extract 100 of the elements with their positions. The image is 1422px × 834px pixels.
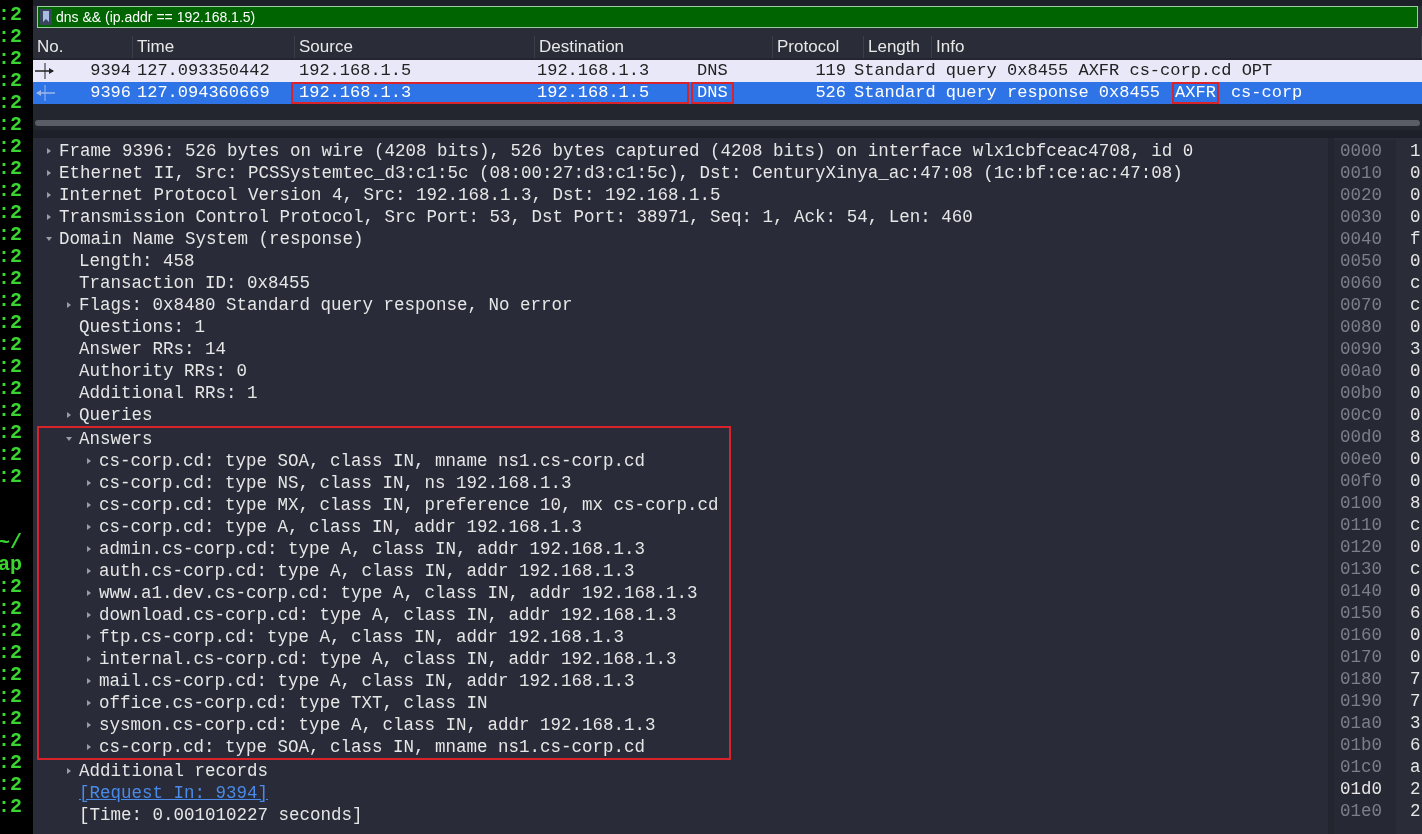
column-header[interactable]: Time bbox=[137, 34, 175, 60]
hex-byte: 6 bbox=[1410, 734, 1421, 756]
hex-byte: 0 bbox=[1410, 184, 1421, 206]
caret-right-icon[interactable] bbox=[85, 457, 93, 465]
terminal-text: :2 bbox=[0, 202, 23, 224]
packet-info: AXFR bbox=[1172, 82, 1219, 104]
filter-field[interactable]: dns && (ip.addr == 192.168.1.5) bbox=[37, 6, 1418, 28]
terminal-text: :2 bbox=[0, 400, 23, 422]
terminal-text: :2 bbox=[0, 642, 23, 664]
hex-byte: a bbox=[1410, 756, 1421, 778]
packet-time: 127.094360669 bbox=[137, 83, 270, 103]
hex-offset: 0190 bbox=[1340, 690, 1383, 712]
hex-byte: 7 bbox=[1410, 690, 1421, 712]
caret-right-icon[interactable] bbox=[85, 567, 93, 575]
caret-right-icon[interactable] bbox=[85, 743, 93, 751]
caret-right-icon[interactable] bbox=[65, 767, 73, 775]
horizontal-scrollbar[interactable] bbox=[35, 120, 1420, 126]
hex-byte: 0 bbox=[1410, 404, 1421, 426]
terminal-text: :2 bbox=[0, 268, 23, 290]
hex-offset: 01c0 bbox=[1340, 756, 1383, 778]
hex-byte: 3 bbox=[1410, 712, 1421, 734]
caret-right-icon[interactable] bbox=[85, 611, 93, 619]
hex-offset: 0020 bbox=[1340, 184, 1383, 206]
column-header[interactable]: Length bbox=[868, 34, 920, 60]
hex-byte: 2 bbox=[1410, 800, 1421, 822]
terminal-text: :2 bbox=[0, 576, 23, 598]
terminal-text: :2 bbox=[0, 730, 23, 752]
packet-info: cs-corp bbox=[1229, 82, 1304, 105]
hex-offset: 0140 bbox=[1340, 580, 1383, 602]
hex-offset: 00c0 bbox=[1340, 404, 1383, 426]
hex-offset: 00f0 bbox=[1340, 470, 1383, 492]
terminal-text: :2 bbox=[0, 4, 23, 26]
caret-right-icon[interactable] bbox=[85, 545, 93, 553]
terminal-text: :2 bbox=[0, 224, 23, 246]
column-header[interactable]: Info bbox=[936, 34, 965, 60]
packet-row[interactable]: 9394 127.093350442 192.168.1.5 192.168.1.3 DNS 119 Standard query 0x8455 AXFR cs-corp.cd OPT bbox=[33, 60, 1422, 82]
packet-row[interactable]: 9396 127.094360669 192.168.1.3 192.168.1.5 DNS 526 Standard query response 0x8455 AXFR cs-corp bbox=[33, 82, 1422, 104]
caret-right-icon[interactable] bbox=[85, 721, 93, 729]
hex-byte: 6 bbox=[1410, 602, 1421, 624]
terminal-text: :2 bbox=[0, 664, 23, 686]
hex-byte: 3 bbox=[1410, 338, 1421, 360]
caret-right-icon[interactable] bbox=[45, 191, 53, 199]
packet-protocol: DNS bbox=[691, 82, 734, 105]
caret-right-icon[interactable] bbox=[85, 699, 93, 707]
hex-byte: 0 bbox=[1410, 360, 1421, 382]
column-header[interactable]: No. bbox=[37, 34, 64, 60]
column-header[interactable]: Source bbox=[299, 34, 353, 60]
caret-right-icon[interactable] bbox=[65, 301, 73, 309]
caret-right-icon[interactable] bbox=[85, 633, 93, 641]
terminal-text: :2 bbox=[0, 708, 23, 730]
terminal-text: :2 bbox=[0, 26, 23, 48]
hex-offset: 0040 bbox=[1340, 228, 1383, 250]
caret-right-icon[interactable] bbox=[45, 147, 53, 155]
hex-offset: 01a0 bbox=[1340, 712, 1383, 734]
caret-right-icon[interactable] bbox=[65, 411, 73, 419]
terminal-text: :2 bbox=[0, 180, 23, 202]
hex-byte: c bbox=[1410, 514, 1421, 536]
hex-byte: 0 bbox=[1410, 382, 1421, 404]
terminal-text: :2 bbox=[0, 246, 23, 268]
caret-right-icon[interactable] bbox=[85, 501, 93, 509]
hex-byte: 7 bbox=[1410, 668, 1421, 690]
hex-byte: c bbox=[1410, 272, 1421, 294]
hex-byte: 0 bbox=[1410, 580, 1421, 602]
hex-offset: 0170 bbox=[1340, 646, 1383, 668]
packet-length: 526 bbox=[815, 83, 846, 103]
hex-byte: 0 bbox=[1410, 250, 1421, 272]
column-header[interactable]: Protocol bbox=[777, 34, 840, 60]
hex-offset: 0150 bbox=[1340, 602, 1383, 624]
bookmark-icon[interactable] bbox=[40, 9, 52, 25]
hex-offset: 0070 bbox=[1340, 294, 1383, 316]
hex-byte: 0 bbox=[1410, 206, 1421, 228]
caret-down-icon[interactable] bbox=[65, 435, 73, 443]
hex-offset: 0130 bbox=[1340, 558, 1383, 580]
hex-byte: 0 bbox=[1410, 448, 1421, 470]
hex-offset: 01b0 bbox=[1340, 734, 1383, 756]
hex-byte: 0 bbox=[1410, 470, 1421, 492]
terminal-text: :2 bbox=[0, 686, 23, 708]
caret-right-icon[interactable] bbox=[85, 677, 93, 685]
caret-down-icon[interactable] bbox=[45, 235, 53, 243]
hex-offset: 00a0 bbox=[1340, 360, 1383, 382]
terminal-text: :2 bbox=[0, 444, 23, 466]
caret-right-icon[interactable] bbox=[85, 523, 93, 531]
hex-offset: 01d0 bbox=[1340, 778, 1383, 800]
terminal-text: :2 bbox=[0, 48, 23, 70]
caret-right-icon[interactable] bbox=[85, 479, 93, 487]
hex-byte: 0 bbox=[1410, 646, 1421, 668]
hex-offset: 0110 bbox=[1340, 514, 1383, 536]
packet-info: Standard query 0x8455 AXFR cs-corp.cd OPT bbox=[853, 60, 1274, 83]
hex-offset: 00d0 bbox=[1340, 426, 1383, 448]
caret-right-icon[interactable] bbox=[45, 169, 53, 177]
caret-right-icon[interactable] bbox=[45, 213, 53, 221]
terminal-text: :2 bbox=[0, 752, 23, 774]
caret-right-icon[interactable] bbox=[85, 589, 93, 597]
hex-offset: 0090 bbox=[1340, 338, 1383, 360]
packet-protocol: DNS bbox=[696, 60, 729, 83]
terminal-text: :2 bbox=[0, 114, 23, 136]
terminal-text: :2 bbox=[0, 70, 23, 92]
hex-byte: c bbox=[1410, 294, 1421, 316]
caret-right-icon[interactable] bbox=[85, 655, 93, 663]
column-header[interactable]: Destination bbox=[539, 34, 625, 60]
